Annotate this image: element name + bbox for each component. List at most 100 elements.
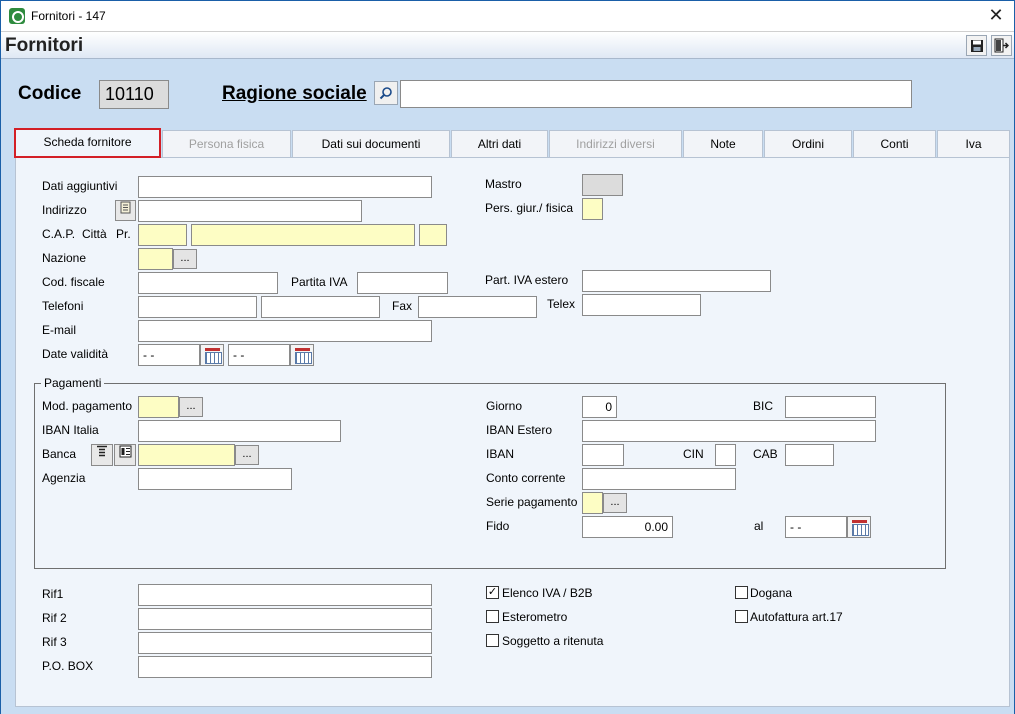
tab-persona-fisica[interactable]: Persona fisica bbox=[162, 130, 291, 157]
al-date-input[interactable]: - - bbox=[785, 516, 847, 538]
tab-scheda-fornitore[interactable]: Scheda fornitore bbox=[14, 128, 161, 158]
codice-label: Codice bbox=[18, 83, 82, 104]
codice-field: 10110 bbox=[99, 80, 169, 109]
agenzia-label: Agenzia bbox=[42, 471, 86, 485]
rif3-label: Rif 3 bbox=[42, 635, 67, 649]
mod-pagamento-lookup-button[interactable]: ... bbox=[179, 397, 203, 417]
partita-iva-input[interactable] bbox=[357, 272, 448, 294]
window-title: Fornitori - 147 bbox=[31, 9, 106, 23]
tab-iva[interactable]: Iva bbox=[937, 130, 1010, 157]
part-iva-estero-input[interactable] bbox=[582, 270, 771, 292]
provincia-input[interactable] bbox=[419, 224, 447, 246]
pers-giur-input[interactable] bbox=[582, 198, 603, 220]
date-validita-from-input[interactable]: - - bbox=[138, 344, 200, 366]
iban-italia-label: IBAN Italia bbox=[42, 423, 99, 437]
tab-note[interactable]: Note bbox=[683, 130, 763, 157]
detail-card-icon bbox=[119, 445, 131, 458]
bic-input[interactable] bbox=[785, 396, 876, 418]
save-button[interactable] bbox=[966, 35, 987, 56]
tab-dati-documenti[interactable]: Dati sui documenti bbox=[292, 130, 450, 157]
serie-pagamento-input[interactable] bbox=[582, 492, 603, 514]
nazione-lookup-button[interactable]: ... bbox=[173, 249, 197, 269]
cin-input[interactable] bbox=[715, 444, 736, 466]
email-input[interactable] bbox=[138, 320, 432, 342]
iban-italia-input[interactable] bbox=[138, 420, 341, 442]
cod-fiscale-input[interactable] bbox=[138, 272, 278, 294]
banca-detail-button[interactable] bbox=[114, 444, 136, 466]
cap-label: C.A.P. bbox=[42, 227, 76, 241]
form-header: Fornitori bbox=[1, 32, 1014, 59]
calendar-icon[interactable] bbox=[200, 344, 224, 366]
indirizzo-notes-button[interactable] bbox=[115, 200, 136, 221]
rif1-input[interactable] bbox=[138, 584, 432, 606]
filter-list-icon bbox=[97, 445, 107, 457]
save-icon bbox=[970, 40, 983, 52]
banca-input[interactable] bbox=[138, 444, 235, 466]
serie-pagamento-label: Serie pagamento bbox=[486, 495, 578, 509]
conto-corrente-input[interactable] bbox=[582, 468, 736, 490]
ragione-sociale-input[interactable] bbox=[400, 80, 912, 108]
email-label: E-mail bbox=[42, 323, 77, 337]
fax-input[interactable] bbox=[418, 296, 537, 318]
elenco-iva-checkbox[interactable]: ✓ bbox=[486, 586, 499, 599]
tab-conti[interactable]: Conti bbox=[853, 130, 936, 157]
autofattura-checkbox[interactable] bbox=[735, 610, 748, 623]
banca-filter-button[interactable] bbox=[91, 444, 113, 466]
giorno-input[interactable]: 0 bbox=[582, 396, 617, 418]
indirizzo-label: Indirizzo bbox=[42, 203, 87, 217]
cab-input[interactable] bbox=[785, 444, 834, 466]
cap-input[interactable] bbox=[138, 224, 187, 246]
rif3-input[interactable] bbox=[138, 632, 432, 654]
mod-pagamento-input[interactable] bbox=[138, 396, 179, 418]
pagamenti-title: Pagamenti bbox=[41, 376, 105, 390]
ragione-sociale-label: Ragione sociale bbox=[222, 83, 367, 104]
dati-aggiuntivi-label: Dati aggiuntivi bbox=[42, 179, 118, 193]
form-title: Fornitori bbox=[5, 35, 84, 56]
al-label: al bbox=[754, 519, 764, 533]
calendar-icon[interactable] bbox=[847, 516, 871, 538]
tab-altri-dati[interactable]: Altri dati bbox=[451, 130, 548, 157]
esterometro-checkbox[interactable] bbox=[486, 610, 499, 623]
search-button[interactable] bbox=[374, 81, 398, 105]
fido-input[interactable]: 0.00 bbox=[582, 516, 673, 538]
rif2-input[interactable] bbox=[138, 608, 432, 630]
partita-iva-label: Partita IVA bbox=[291, 275, 348, 289]
serie-pagamento-lookup-button[interactable]: ... bbox=[603, 493, 627, 513]
pers-giur-label: Pers. giur./ fisica bbox=[485, 201, 574, 215]
indirizzo-input[interactable] bbox=[138, 200, 362, 222]
dogana-checkbox[interactable] bbox=[735, 586, 748, 599]
mastro-field bbox=[582, 174, 623, 196]
telefono-2-input[interactable] bbox=[261, 296, 380, 318]
mod-pagamento-label: Mod. pagamento bbox=[42, 399, 133, 413]
soggetto-ritenuta-checkbox[interactable] bbox=[486, 634, 499, 647]
nazione-label: Nazione bbox=[42, 251, 87, 265]
banca-label: Banca bbox=[42, 447, 77, 461]
iban-estero-input[interactable] bbox=[582, 420, 876, 442]
main-window: Fornitori - 147 ✕ Fornitori Codice 10110… bbox=[0, 0, 1015, 714]
fido-label: Fido bbox=[486, 519, 510, 533]
date-validita-label: Date validità bbox=[42, 347, 109, 361]
soggetto-ritenuta-label: Soggetto a ritenuta bbox=[502, 634, 604, 648]
iban-label: IBAN bbox=[486, 447, 515, 461]
date-validita-to-input[interactable]: - - bbox=[228, 344, 290, 366]
po-box-input[interactable] bbox=[138, 656, 432, 678]
citta-label: Città bbox=[82, 227, 107, 241]
calendar-icon[interactable] bbox=[290, 344, 314, 366]
banca-lookup-button[interactable]: ... bbox=[235, 445, 259, 465]
pr-label: Pr. bbox=[116, 227, 131, 241]
tab-indirizzi-diversi[interactable]: Indirizzi diversi bbox=[549, 130, 682, 157]
tab-ordini[interactable]: Ordini bbox=[764, 130, 852, 157]
fax-label: Fax bbox=[392, 299, 413, 313]
iban-input[interactable] bbox=[582, 444, 624, 466]
telex-input[interactable] bbox=[582, 294, 701, 316]
dati-aggiuntivi-input[interactable] bbox=[138, 176, 432, 198]
nazione-input[interactable] bbox=[138, 248, 173, 270]
telefono-1-input[interactable] bbox=[138, 296, 257, 318]
dogana-label: Dogana bbox=[750, 586, 793, 600]
close-icon[interactable]: ✕ bbox=[986, 5, 1006, 25]
agenzia-input[interactable] bbox=[138, 468, 292, 490]
telex-label: Telex bbox=[547, 297, 576, 311]
citta-input[interactable] bbox=[191, 224, 415, 246]
exit-button[interactable] bbox=[991, 35, 1012, 56]
mastro-label: Mastro bbox=[485, 177, 522, 191]
